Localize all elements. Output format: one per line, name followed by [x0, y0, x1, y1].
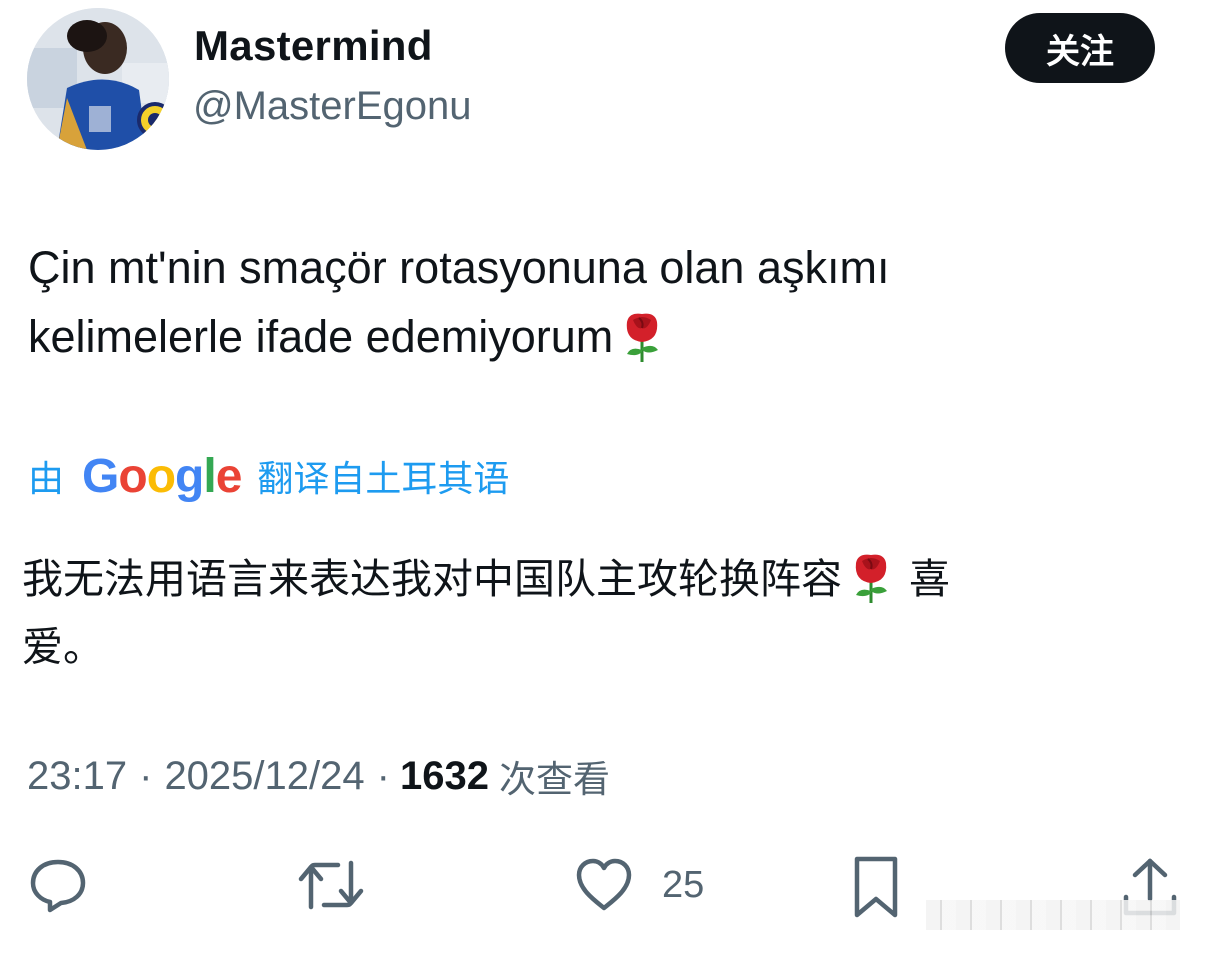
translated-text-part1: 我无法用语言来表达我对中国队主攻轮换阵容 [22, 555, 842, 603]
avatar[interactable] [27, 8, 169, 150]
meta-separator: · [139, 753, 153, 798]
follow-button[interactable]: 关注 [1005, 13, 1155, 83]
reply-icon [30, 859, 86, 913]
google-logo: Google [82, 449, 242, 503]
tweet-text: Çin mt'nin smaçör rotasyonuna olan aşkım… [28, 242, 890, 362]
tweet-date[interactable]: 2025/12/24 [164, 754, 364, 799]
like-button[interactable]: 25 [574, 855, 704, 915]
like-icon [576, 858, 632, 911]
view-count: 1632 [399, 753, 489, 798]
view-count-label: 次查看 [498, 758, 610, 801]
rose-emoji-icon [855, 554, 887, 603]
tweet-time[interactable]: 23:17 [27, 754, 127, 799]
retweet-icon [298, 860, 364, 910]
translated-text: 我无法用语言来表达我对中国队主攻轮换阵容 喜 爱。 [22, 545, 1182, 681]
rose-emoji-icon [627, 313, 659, 362]
reply-button[interactable] [28, 855, 88, 915]
avatar-image [27, 8, 169, 150]
translation-suffix: 翻译自土耳其语 [257, 459, 510, 500]
tweet-meta: 23:17 · 2025/12/24 · 1632 次查看 [27, 749, 610, 803]
display-name[interactable]: Mastermind [194, 22, 433, 70]
tweet-body: Çin mt'nin smaçör rotasyonuna olan aşkım… [28, 233, 1178, 371]
user-handle[interactable]: @MasterEgonu [193, 84, 472, 129]
watermark [926, 900, 1180, 930]
bookmark-icon [854, 856, 898, 918]
translation-prefix: 由 [28, 459, 65, 500]
meta-separator: · [376, 753, 390, 798]
like-count: 25 [662, 863, 705, 906]
bookmark-button[interactable] [849, 855, 903, 919]
retweet-button[interactable] [298, 855, 364, 915]
translation-attribution[interactable]: 由 Google 翻译自土耳其语 [28, 446, 509, 506]
